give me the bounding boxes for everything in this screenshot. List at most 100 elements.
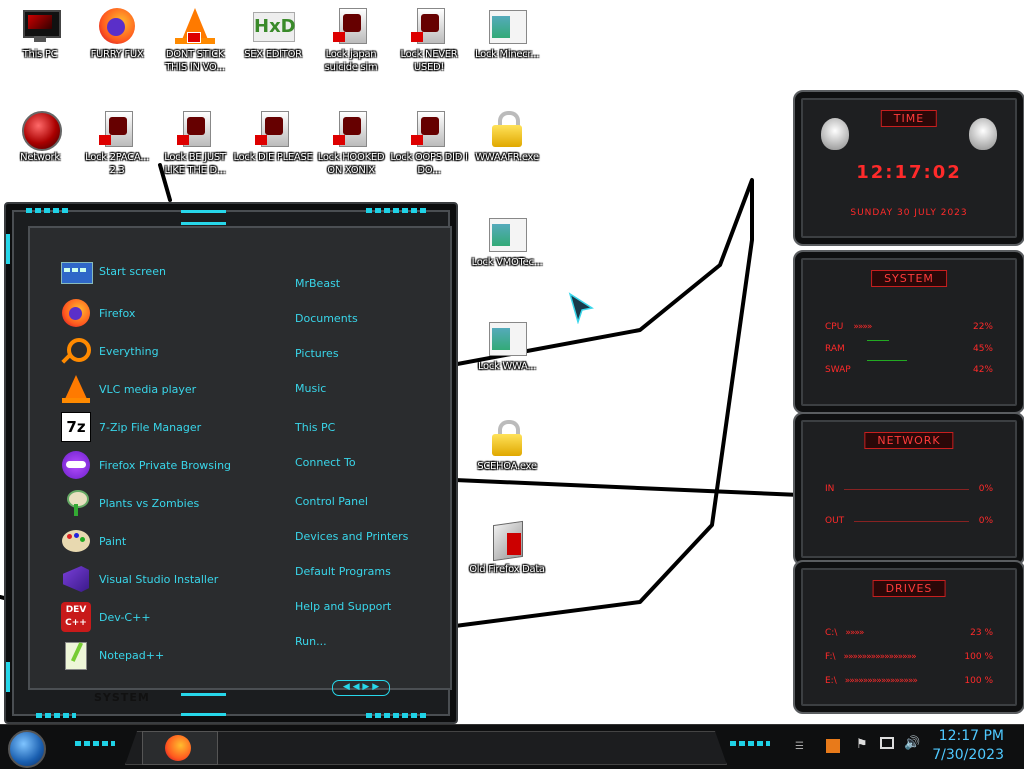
start-item-plants-vs-zombies[interactable]: Plants vs Zombies	[61, 486, 281, 520]
gadget-clock: 12:17:02	[856, 162, 962, 183]
desktop-icon-label: Network	[20, 152, 60, 163]
start-orb-button[interactable]	[8, 730, 46, 768]
drive-f-bar: »»»»»»»»»»»»»»»»	[843, 652, 917, 662]
desktop-icon-lock-minecraft[interactable]: Lock Minecr...	[467, 0, 547, 61]
plants-vs-zombies-icon	[61, 488, 91, 518]
paint-palette-icon	[61, 526, 91, 556]
start-item-visual-studio-installer[interactable]: Visual Studio Installer	[61, 562, 281, 596]
start-item-paint[interactable]: Paint	[61, 524, 281, 558]
desktop-icon-label: Old Firefox Data	[469, 564, 545, 575]
desktop-icon-lock-wwa[interactable]: Lock WWA...	[467, 312, 547, 373]
place-control-panel[interactable]: Control Panel	[295, 495, 368, 508]
desktop-icon-label: Lock WWA...	[477, 361, 537, 372]
flag-icon[interactable]: ⚑	[856, 737, 868, 752]
vlc-cone-icon	[175, 6, 215, 46]
swap-label: SWAP	[825, 365, 851, 375]
decor-tab	[75, 741, 115, 746]
desktop-icon-dont-stick[interactable]: DONT STICK THIS IN VO...	[155, 0, 235, 74]
desktop-icon-old-firefox-data[interactable]: Old Firefox Data	[467, 515, 547, 576]
ram-row: RAM 45%	[825, 344, 993, 354]
red-document-icon	[253, 109, 293, 149]
decor-tab	[26, 208, 70, 213]
volume-icon[interactable]: 🔊	[904, 736, 920, 751]
cpu-label: CPU	[825, 322, 844, 332]
desktop-icon-label: Lock 2PACA... 2.3	[85, 152, 149, 176]
place-run[interactable]: Run...	[295, 635, 327, 648]
tray-app-icon[interactable]	[826, 739, 840, 753]
place-pictures[interactable]: Pictures	[295, 347, 339, 360]
place-devices-printers[interactable]: Devices and Printers	[295, 530, 408, 543]
desktop-icon-scehoa[interactable]: SCEHOA.exe	[467, 412, 547, 473]
net-out-value: 0%	[978, 516, 993, 526]
alien-head-icon	[969, 118, 997, 150]
start-item-devcpp[interactable]: DEV C++ Dev-C++	[61, 600, 281, 634]
desktop-icon-this-pc[interactable]: This PC	[0, 0, 80, 61]
gadget-title: SYSTEM	[871, 270, 947, 287]
alien-head-icon	[821, 118, 849, 150]
desktop-icon-furry-fux[interactable]: FURRY FUX	[77, 0, 157, 61]
place-mrbeast[interactable]: MrBeast	[295, 277, 340, 290]
decor-bar	[181, 210, 226, 213]
desktop-icon-label: SCEHOA.exe	[477, 461, 537, 472]
red-document-icon	[331, 6, 371, 46]
scroll-arrows-button[interactable]: ◀ ◀ ▶ ▶	[332, 680, 390, 696]
cpu-row: CPU »»»» 22%	[825, 322, 993, 332]
red-document-icon	[175, 109, 215, 149]
start-item-vlc[interactable]: VLC media player	[61, 372, 281, 406]
desktop-icon-label: Lock japan suicide sim	[324, 49, 378, 73]
start-item-firefox-private[interactable]: Firefox Private Browsing	[61, 448, 281, 482]
devcpp-icon: DEV C++	[61, 602, 91, 632]
desktop-icon-wwaafr[interactable]: WWAAFR.exe	[467, 103, 547, 164]
visual-studio-installer-icon	[61, 564, 91, 594]
net-out-row: OUT 0%	[825, 516, 993, 526]
gadget-date: SUNDAY 30 JULY 2023	[850, 208, 968, 218]
firefox-icon	[97, 6, 137, 46]
taskbar-firefox-button[interactable]	[142, 731, 218, 765]
ram-value: 45%	[972, 344, 993, 354]
start-item-firefox[interactable]: Firefox	[61, 296, 281, 330]
decor-tab	[366, 208, 426, 213]
gadget-title: TIME	[880, 110, 938, 127]
start-item-everything[interactable]: Everything	[61, 334, 281, 368]
desktop-icon-lock-oops[interactable]: Lock OOPS DID I DO...	[389, 103, 469, 177]
start-item-start-screen[interactable]: Start screen	[61, 254, 281, 288]
desktop-icon-lock-2paca[interactable]: Lock 2PACA... 2.3	[77, 103, 157, 177]
desktop-icon-lock-never-used[interactable]: Lock NEVER USED!	[389, 0, 469, 74]
taskbar-clock-time[interactable]: 12:17 PM	[939, 728, 1004, 744]
show-hidden-icons-button[interactable]: ☰	[795, 741, 815, 753]
start-item-7zip[interactable]: 7z 7-Zip File Manager	[61, 410, 281, 444]
7zip-icon: 7z	[61, 412, 91, 442]
start-item-notepadpp[interactable]: Notepad++	[61, 638, 281, 672]
taskbar-clock-date[interactable]: 7/30/2023	[932, 747, 1004, 763]
hxd-icon: HxD	[253, 6, 296, 46]
decor-bar	[181, 693, 226, 696]
decor-tab	[366, 713, 426, 718]
desktop-icon-sex-editor[interactable]: HxD SEX EDITOR	[233, 0, 313, 61]
place-documents[interactable]: Documents	[295, 312, 358, 325]
desktop-icon-lock-hooked[interactable]: Lock HOOKED ON XONIX	[311, 103, 391, 177]
decor-tab	[730, 741, 770, 746]
drives-gadget: DRIVES C:\ »»»» 23 % F:\ »»»»»»»»»»»»»»»» 10…	[793, 560, 1024, 714]
place-connect-to[interactable]: Connect To	[295, 456, 356, 469]
desktop-icon-lock-japan[interactable]: Lock japan suicide sim	[311, 0, 391, 74]
system-label: SYSTEM	[94, 691, 150, 704]
desktop-icon-label: Lock NEVER USED!	[400, 49, 458, 73]
place-this-pc[interactable]: This PC	[295, 421, 335, 434]
taskbar: ☰ ⚑ 🔊 12:17 PM 7/30/2023	[0, 724, 1024, 769]
network-tray-icon[interactable]	[880, 737, 894, 749]
desktop-icon-lock-die-please[interactable]: Lock DIE PLEASE	[233, 103, 313, 164]
place-music[interactable]: Music	[295, 382, 326, 395]
start-item-label: Plants vs Zombies	[99, 496, 200, 510]
desktop-icon-label: DONT STICK THIS IN VO...	[165, 49, 225, 73]
drive-e-value: 100 %	[964, 676, 993, 686]
desktop-icon-label: WWAAFR.exe	[475, 152, 539, 163]
start-item-label: Dev-C++	[99, 610, 151, 624]
place-default-programs[interactable]: Default Programs	[295, 565, 391, 578]
place-help-support[interactable]: Help and Support	[295, 600, 391, 613]
desktop-icon-lock-vmotec[interactable]: Lock VMOTec...	[467, 208, 547, 269]
desktop-icon-lock-be-just[interactable]: Lock BE JUST LIKE THE D...	[155, 103, 235, 177]
red-document-icon	[409, 6, 449, 46]
desktop-icon-network[interactable]: Network	[0, 103, 80, 164]
net-out-label: OUT	[825, 516, 845, 526]
start-item-label: Firefox	[99, 306, 136, 320]
